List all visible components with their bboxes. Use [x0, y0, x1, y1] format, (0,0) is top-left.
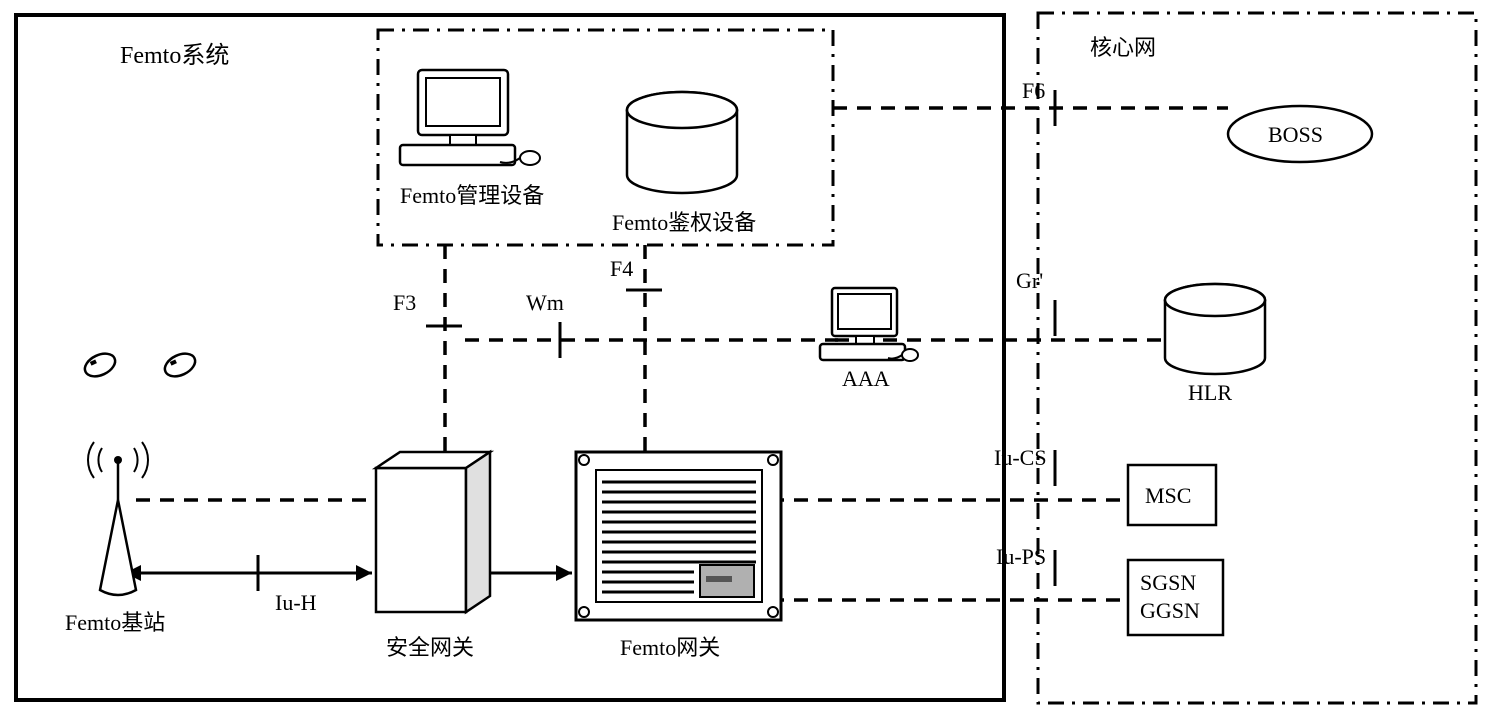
femto-bs-label: Femto基站	[65, 605, 165, 637]
msc-label: MSC	[1145, 483, 1191, 509]
gr-label: Gr'	[1016, 268, 1043, 294]
ue-icons	[81, 349, 198, 381]
wm-label: Wm	[526, 290, 564, 316]
mgmt-device-icon	[400, 70, 540, 165]
iucs-label: Iu-CS	[994, 445, 1047, 471]
aaa-label: AAA	[842, 366, 890, 392]
femto-gw-label: Femto网关	[620, 630, 720, 662]
mgmt-box	[378, 30, 833, 245]
mgmt-device-label: Femto管理设备	[400, 178, 544, 210]
hlr-label: HLR	[1188, 380, 1232, 406]
aaa-icon	[820, 288, 918, 361]
iuh-label: Iu-H	[275, 590, 317, 616]
hlr-icon	[1165, 284, 1265, 374]
femto-system-title: Femto系统	[120, 35, 229, 70]
security-gw-icon	[376, 452, 490, 612]
femto-gw-icon	[576, 452, 781, 620]
f3-label: F3	[393, 290, 416, 316]
iups-label: Iu-PS	[996, 544, 1046, 570]
auth-device-label: Femto鉴权设备	[612, 205, 756, 237]
sgsn-label: SGSN	[1140, 570, 1196, 596]
f4-label: F4	[610, 256, 633, 282]
ggsn-label: GGSN	[1140, 598, 1200, 624]
auth-device-icon	[627, 92, 737, 193]
boss-label: BOSS	[1268, 122, 1323, 148]
security-gw-label: 安全网关	[386, 630, 474, 662]
core-network-title: 核心网	[1090, 30, 1156, 62]
f6-label: F6	[1022, 78, 1045, 104]
